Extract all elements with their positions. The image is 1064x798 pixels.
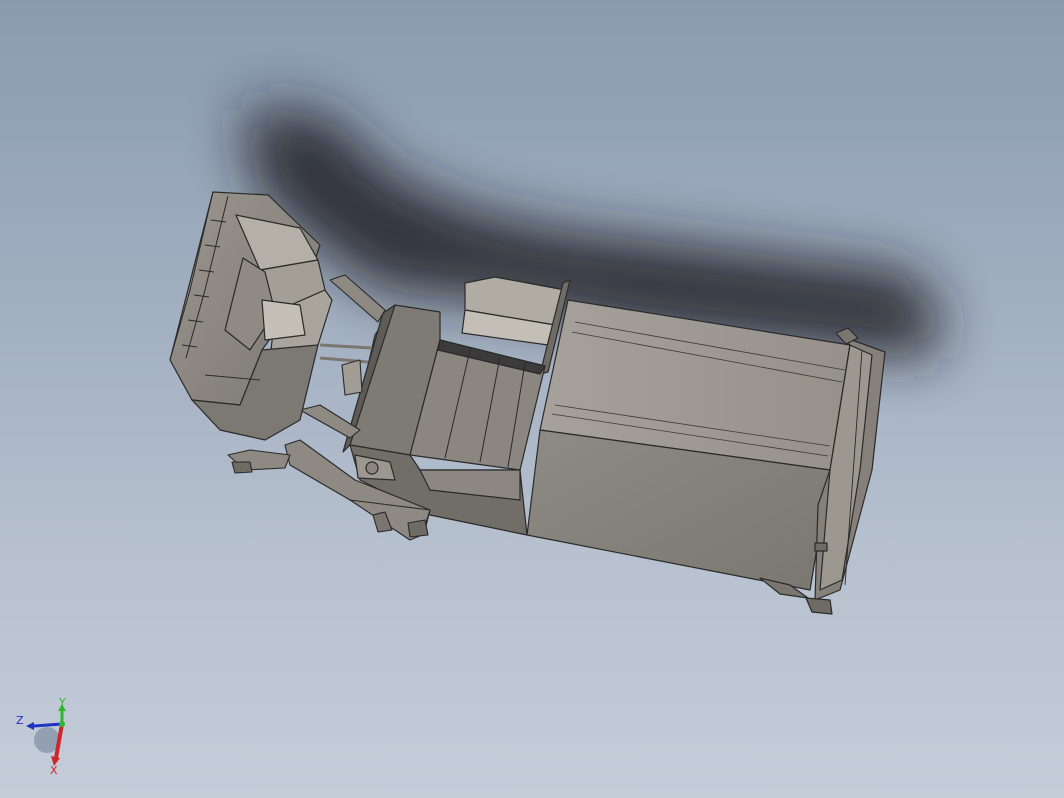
- container-body[interactable]: [526, 299, 886, 615]
- z-axis-arrow: [33, 722, 63, 728]
- cad-graphics-viewport[interactable]: Y Z X: [0, 0, 1064, 798]
- x-axis-label: X: [50, 764, 58, 776]
- coordinate-triad: Y Z X: [16, 696, 66, 776]
- z-axis-label: Z: [16, 714, 24, 727]
- y-axis-label: Y: [58, 696, 66, 709]
- cad-model-view[interactable]: [0, 0, 1064, 798]
